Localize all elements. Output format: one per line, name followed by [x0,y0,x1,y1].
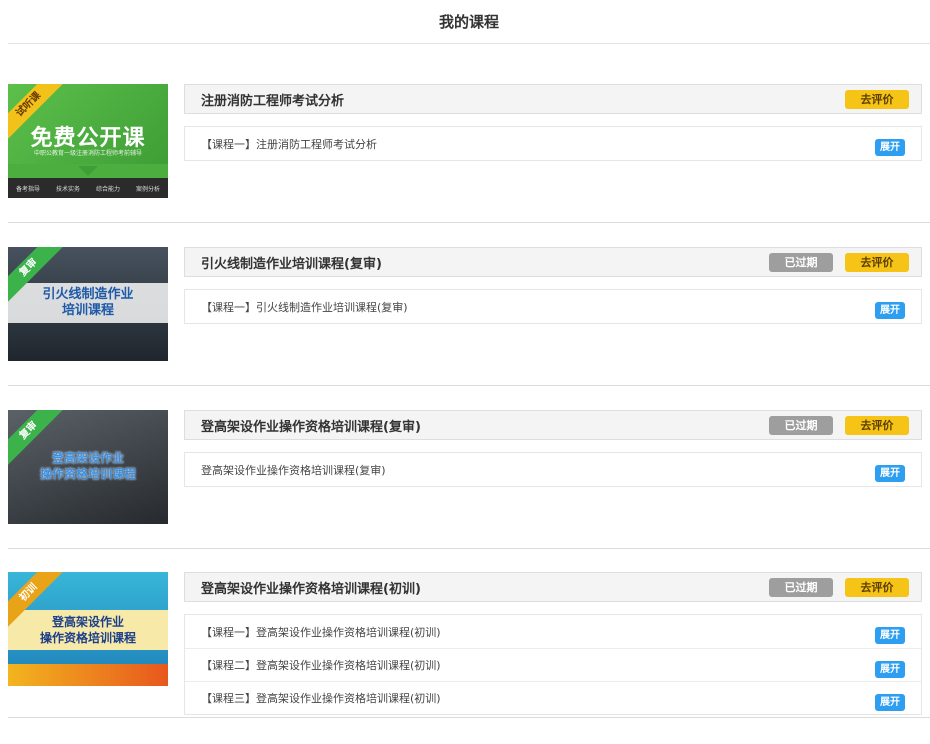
page-header: 我的课程 [8,0,930,44]
lesson-title[interactable]: 【课程二】登高架设作业操作资格培训课程(初训) [201,657,441,673]
course-header: 登高架设作业操作资格培训课程(复审) 已过期 去评价 [184,410,922,440]
expired-badge: 已过期 [769,416,833,435]
expand-button[interactable]: 展开 [875,661,905,678]
expand-button[interactable]: 展开 [875,627,905,644]
course-panel: 登高架设作业操作资格培训课程(复审) 已过期 去评价 登高架设作业操作资格培训课… [184,410,922,487]
lesson-item: 【课程三】登高架设作业操作资格培训课程(初训) 展开 [185,681,921,714]
lesson-item: 【课程一】引火线制造作业培训课程(复审) 展开 [185,290,921,323]
course-header: 注册消防工程师考试分析 去评价 [184,84,922,114]
course-thumbnail[interactable]: 试听课 免费公开课 中职公教育一级注册消防工程师考前辅导 备考指导 技术实务 综… [8,84,168,198]
thumb-tag: 备考指导 [15,185,40,193]
course-card: 复审 登高架设作业 操作资格培训课程 登高架设作业操作资格培训课程(复审) 已过… [8,410,930,526]
course-panel: 登高架设作业操作资格培训课程(初训) 已过期 去评价 【课程一】登高架设作业操作… [184,572,922,715]
lesson-list: 【课程一】注册消防工程师考试分析 展开 [184,126,922,161]
lesson-item: 【课程一】注册消防工程师考试分析 展开 [185,127,921,160]
thumb-stripe [8,664,168,686]
expired-badge: 已过期 [769,253,833,272]
course-card: 复审 引火线制造作业 培训课程 引火线制造作业培训课程(复审) 已过期 去评价 … [8,247,930,363]
divider [8,222,930,223]
course-name[interactable]: 注册消防工程师考试分析 [201,90,344,109]
course-header: 登高架设作业操作资格培训课程(初训) 已过期 去评价 [184,572,922,602]
divider [8,717,930,718]
expired-badge: 已过期 [769,578,833,597]
course-name[interactable]: 引火线制造作业培训课程(复审) [201,253,382,272]
course-name[interactable]: 登高架设作业操作资格培训课程(复审) [201,416,421,435]
course-card: 初训 登高架设作业 操作资格培训课程 登高架设作业操作资格培训课程(初训) 已过… [8,572,930,720]
course-thumbnail[interactable]: 初训 登高架设作业 操作资格培训课程 [8,572,168,686]
lesson-title[interactable]: 【课程一】注册消防工程师考试分析 [201,136,377,152]
review-button[interactable]: 去评价 [845,253,909,272]
review-button[interactable]: 去评价 [845,578,909,597]
course-thumbnail[interactable]: 复审 登高架设作业 操作资格培训课程 [8,410,168,524]
course-panel: 引火线制造作业培训课程(复审) 已过期 去评价 【课程一】引火线制造作业培训课程… [184,247,922,324]
course-card: 试听课 免费公开课 中职公教育一级注册消防工程师考前辅导 备考指导 技术实务 综… [8,84,930,200]
thumb-tags: 备考指导 技术实务 综合能力 案例分析 [8,178,168,198]
thumb-title: 引火线制造作业 培训课程 [42,287,134,318]
thumb-title: 登高架设作业 操作资格培训课程 [39,615,136,645]
expand-button[interactable]: 展开 [875,694,905,711]
lesson-item: 登高架设作业操作资格培训课程(复审) 展开 [185,453,921,486]
expand-button[interactable]: 展开 [875,302,905,319]
lesson-item: 【课程一】登高架设作业操作资格培训课程(初训) 展开 [185,615,921,648]
thumb-title: 登高架设作业 操作资格培训课程 [39,451,136,481]
expand-button[interactable]: 展开 [875,139,905,156]
lesson-title[interactable]: 【课程一】引火线制造作业培训课程(复审) [201,299,408,315]
course-name[interactable]: 登高架设作业操作资格培训课程(初训) [201,578,421,597]
lesson-list: 【课程一】引火线制造作业培训课程(复审) 展开 [184,289,922,324]
thumb-tag: 综合能力 [95,185,120,193]
course-thumbnail[interactable]: 复审 引火线制造作业 培训课程 [8,247,168,361]
my-courses-page: 我的课程 试听课 免费公开课 中职公教育一级注册消防工程师考前辅导 备考指导 技… [0,0,930,744]
page-title: 我的课程 [438,13,499,31]
thumb-subtitle: 中职公教育一级注册消防工程师考前辅导 [33,150,142,157]
lesson-title[interactable]: 【课程一】登高架设作业操作资格培训课程(初训) [201,624,441,640]
thumb-tag: 技术实务 [55,185,80,193]
expand-button[interactable]: 展开 [875,465,905,482]
lesson-list: 【课程一】登高架设作业操作资格培训课程(初训) 展开 【课程二】登高架设作业操作… [184,614,922,715]
lesson-list: 登高架设作业操作资格培训课程(复审) 展开 [184,452,922,487]
divider [8,548,930,549]
course-panel: 注册消防工程师考试分析 去评价 【课程一】注册消防工程师考试分析 展开 [184,84,922,161]
thumb-tag: 案例分析 [135,185,160,193]
thumb-arrow [78,166,98,176]
lesson-title[interactable]: 【课程三】登高架设作业操作资格培训课程(初训) [201,690,441,706]
lesson-item: 【课程二】登高架设作业操作资格培训课程(初训) 展开 [185,648,921,681]
course-header: 引火线制造作业培训课程(复审) 已过期 去评价 [184,247,922,277]
lesson-title[interactable]: 登高架设作业操作资格培训课程(复审) [201,462,386,478]
divider [8,385,930,386]
review-button[interactable]: 去评价 [845,416,909,435]
review-button[interactable]: 去评价 [845,90,909,109]
